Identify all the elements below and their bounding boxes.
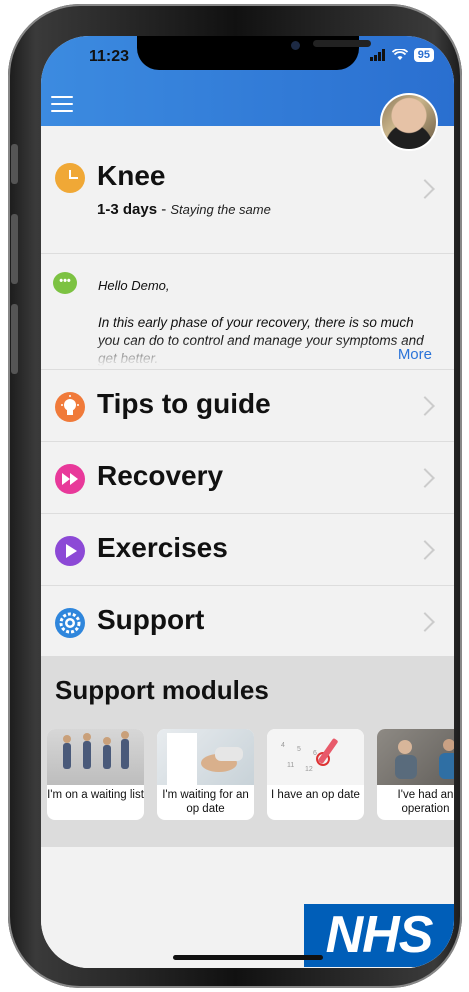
chevron-right-icon xyxy=(415,612,435,632)
text-fade xyxy=(41,339,454,369)
menu-hamburger-icon[interactable] xyxy=(51,96,73,112)
svg-text:12: 12 xyxy=(305,766,313,773)
signal-icon xyxy=(369,49,385,61)
main-content: Knee 1-3 days - Staying the same ••• Hel… xyxy=(41,126,454,968)
menu-label-exercises: Exercises xyxy=(97,532,228,563)
module-image: 4 5 6 11 12 xyxy=(267,729,364,785)
svg-text:4: 4 xyxy=(281,742,285,749)
status-time: 11:23 xyxy=(89,48,130,65)
recovery-status: 1-3 days - Staying the same xyxy=(97,201,271,218)
module-tile-had-operation[interactable]: I've had an operation xyxy=(377,729,454,820)
notch xyxy=(137,36,371,70)
chat-bubble-icon: ••• xyxy=(53,272,77,294)
module-tile-waiting-op-date[interactable]: I'm waiting for an op date xyxy=(157,729,254,820)
module-image xyxy=(377,729,454,785)
trend-label: Staying the same xyxy=(170,202,271,217)
chevron-right-icon xyxy=(415,179,435,199)
camera xyxy=(291,41,300,50)
menu-item-support[interactable]: Support xyxy=(41,586,454,658)
module-image xyxy=(47,729,144,785)
module-caption: I'm waiting for an op date xyxy=(162,789,249,815)
lightbulb-icon xyxy=(55,392,85,422)
module-tile-waiting-list[interactable]: I'm on a waiting list xyxy=(47,729,144,820)
wifi-icon xyxy=(391,49,408,60)
module-caption: I'm on a waiting list xyxy=(47,789,144,801)
volume-down-button xyxy=(11,304,18,374)
svg-text:6: 6 xyxy=(313,750,317,757)
svg-text:11: 11 xyxy=(287,762,294,769)
message-card: ••• Hello Demo, In this early phase of y… xyxy=(41,254,454,370)
menu-item-recovery[interactable]: Recovery xyxy=(41,442,454,514)
chevron-right-icon xyxy=(415,540,435,560)
module-caption: I've had an operation xyxy=(397,789,454,815)
module-caption: I have an op date xyxy=(271,789,360,801)
svg-text:5: 5 xyxy=(297,746,301,753)
chevron-right-icon xyxy=(415,468,435,488)
speaker xyxy=(313,40,371,47)
chevron-right-icon xyxy=(415,396,435,416)
gear-icon xyxy=(55,608,85,638)
menu-label-support: Support xyxy=(97,604,205,635)
status-icons: 95 xyxy=(369,48,434,62)
app-screen: 11:23 95 Knee 1-3 days - Staying the sam… xyxy=(41,36,454,968)
menu-item-tips[interactable]: Tips to guide xyxy=(41,370,454,442)
duration-label: 1-3 days xyxy=(97,201,158,218)
more-link[interactable]: More xyxy=(398,346,432,363)
battery-icon: 95 xyxy=(413,48,434,62)
menu-label-recovery: Recovery xyxy=(97,460,224,491)
clock-icon xyxy=(55,163,85,193)
home-indicator[interactable] xyxy=(173,955,323,960)
volume-up-button xyxy=(11,214,18,284)
support-modules-section: Support modules I'm on a waiting list I'… xyxy=(41,656,454,847)
module-tile-have-op-date[interactable]: 4 5 6 11 12 I have an op date xyxy=(267,729,364,820)
menu-item-exercises[interactable]: Exercises xyxy=(41,514,454,586)
greeting: Hello Demo, xyxy=(98,278,170,293)
play-icon xyxy=(55,536,85,566)
fast-forward-icon xyxy=(55,464,85,494)
condition-title: Knee xyxy=(97,160,166,191)
nhs-logo: NHS xyxy=(304,904,454,967)
mute-switch xyxy=(11,144,18,184)
section-title: Support modules xyxy=(55,675,269,705)
avatar[interactable] xyxy=(380,93,438,151)
menu-label-tips: Tips to guide xyxy=(97,388,271,419)
module-image xyxy=(157,729,254,785)
